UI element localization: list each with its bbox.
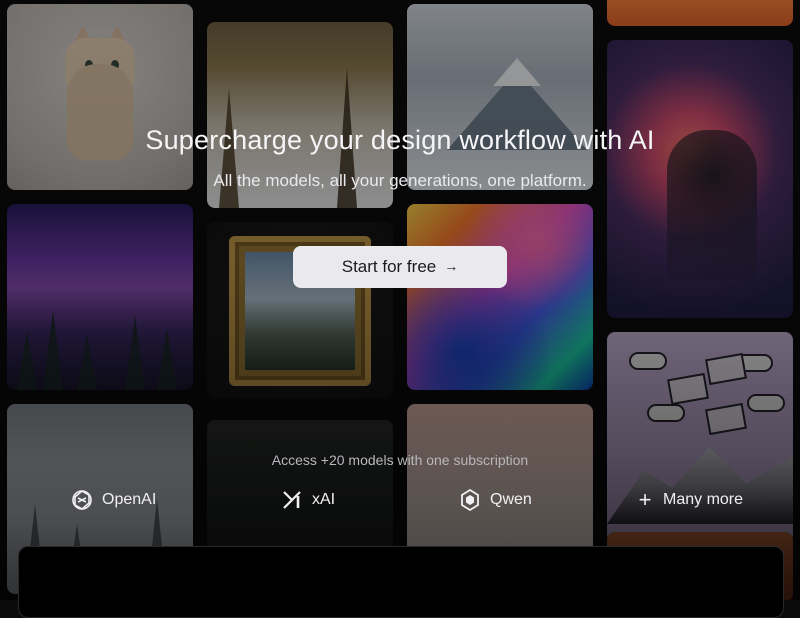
provider-many-more: + Many more xyxy=(635,488,743,512)
provider-label: Qwen xyxy=(490,491,532,508)
providers-row: OpenAI xAI Qwen + Many more xyxy=(0,488,800,518)
provider-label: Many more xyxy=(663,491,744,508)
bottom-panel xyxy=(18,546,784,618)
hero-title: Supercharge your design workflow with AI xyxy=(145,125,655,155)
plus-icon: + xyxy=(638,487,652,512)
start-for-free-button[interactable]: Start for free → xyxy=(293,246,507,288)
provider-label: OpenAI xyxy=(102,491,157,508)
cta-label: Start for free xyxy=(341,257,437,276)
provider-qwen: Qwen xyxy=(458,488,532,512)
provider-openai: OpenAI xyxy=(70,488,156,512)
qwen-icon xyxy=(461,488,479,512)
arrow-right-icon: → xyxy=(444,258,459,274)
xai-icon xyxy=(283,491,301,509)
provider-xai: xAI xyxy=(280,488,335,512)
hero-subtitle: All the models, all your generations, on… xyxy=(213,171,587,190)
openai-icon xyxy=(72,490,92,510)
hero-section: Supercharge your design workflow with AI… xyxy=(0,124,800,192)
access-models-text: Access +20 models with one subscription xyxy=(271,452,529,468)
provider-label: xAI xyxy=(312,491,336,508)
